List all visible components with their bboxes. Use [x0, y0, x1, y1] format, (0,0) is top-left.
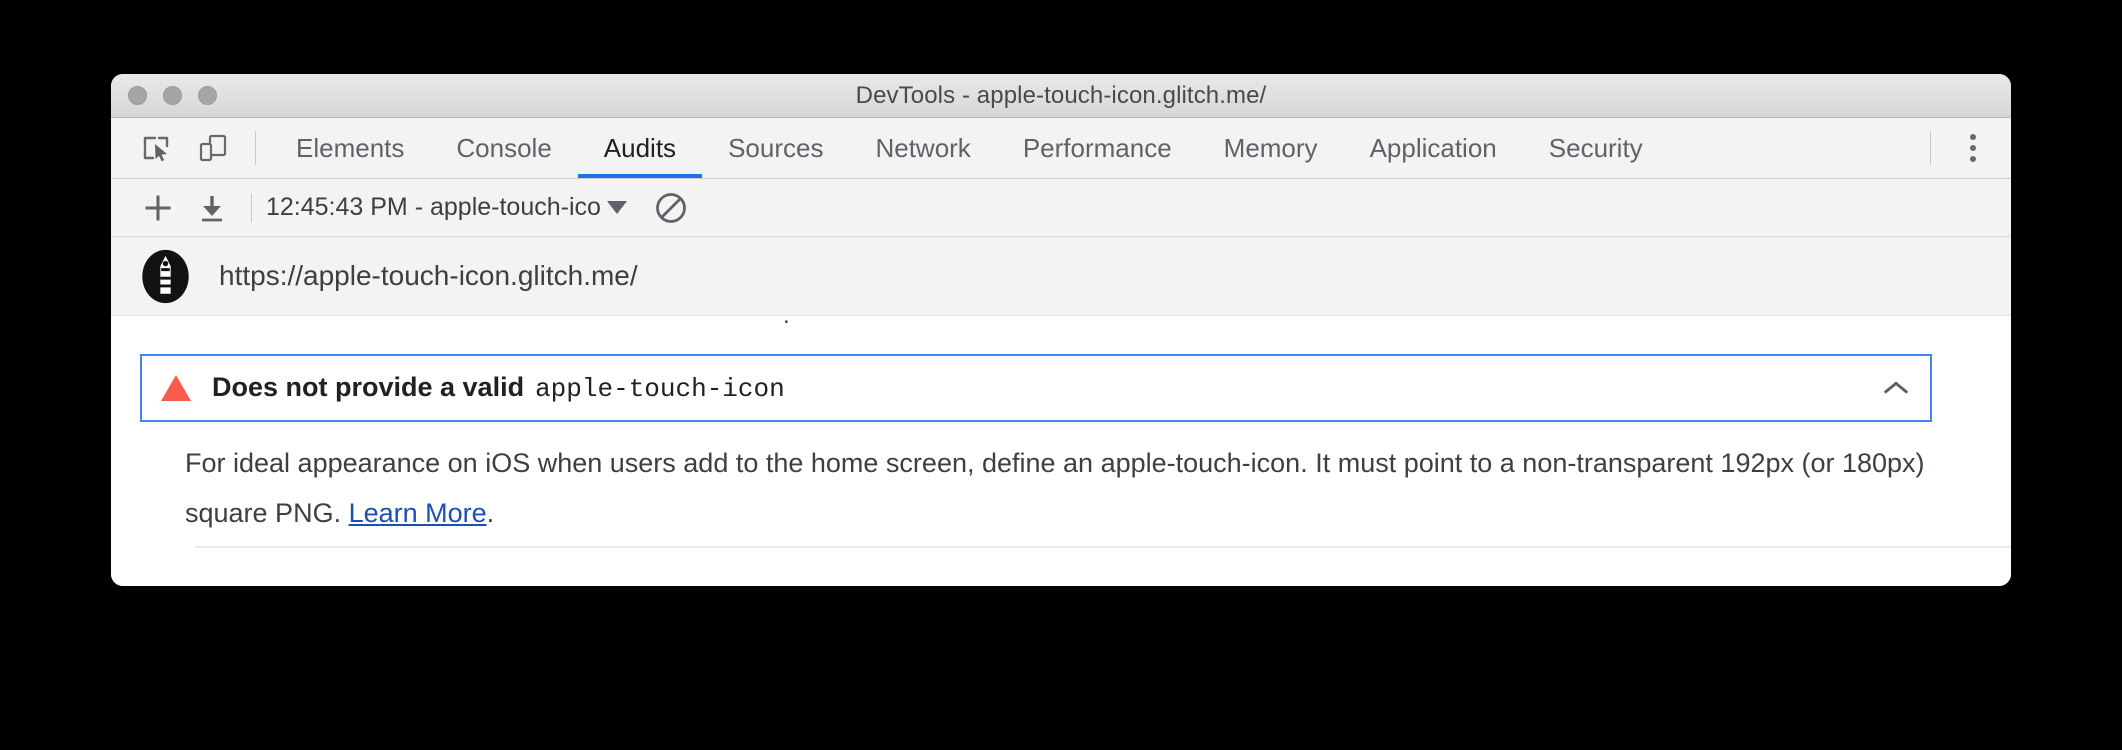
tabbar-divider-right — [1930, 131, 1931, 165]
report-url-bar: https://apple-touch-icon.glitch.me/ — [111, 237, 2011, 316]
tab-network[interactable]: Network — [849, 118, 996, 178]
audit-list-divider — [195, 546, 2011, 548]
tab-elements[interactable]: Elements — [270, 118, 430, 178]
kebab-dot — [1970, 145, 1976, 151]
report-selector-value: 12:45:43 PM - apple-touch-ico — [266, 193, 601, 221]
no-entry-icon — [656, 192, 686, 223]
tab-console[interactable]: Console — [430, 118, 577, 178]
devtools-tabbar: Elements Console Audits Sources Network … — [111, 118, 2011, 179]
tab-performance[interactable]: Performance — [997, 118, 1198, 178]
window-titlebar: DevTools - apple-touch-icon.glitch.me/ — [111, 74, 2011, 118]
clipped-scrolled-text: . — [783, 316, 790, 330]
tab-label: Application — [1369, 132, 1497, 163]
learn-more-link[interactable]: Learn More — [349, 498, 487, 528]
export-report-button[interactable] — [185, 185, 239, 231]
tab-label: Audits — [603, 132, 677, 163]
audit-description-period: . — [486, 498, 495, 528]
zoom-button[interactable] — [198, 86, 217, 105]
new-audit-button[interactable] — [131, 185, 185, 231]
more-options-button[interactable] — [1945, 118, 2001, 178]
chevron-up-icon[interactable] — [1884, 376, 1908, 400]
audits-toolbar-divider — [251, 193, 252, 222]
tab-label: Memory — [1223, 132, 1318, 163]
tab-security[interactable]: Security — [1523, 118, 1669, 178]
devtools-window: DevTools - apple-touch-icon.glitch.me/ E… — [111, 74, 2011, 586]
lighthouse-logo — [142, 249, 189, 303]
audit-title-prefix: Does not provide a valid — [212, 372, 525, 402]
kebab-dot — [1970, 134, 1976, 140]
tab-sources[interactable]: Sources — [702, 118, 849, 178]
tab-application[interactable]: Application — [1344, 118, 1523, 178]
report-url: https://apple-touch-icon.glitch.me/ — [219, 260, 638, 291]
inspect-cursor-icon — [143, 136, 169, 162]
audit-result-header[interactable]: Does not provide a valid apple-touch-ico… — [140, 354, 1932, 422]
tab-memory[interactable]: Memory — [1198, 118, 1344, 178]
download-icon — [202, 195, 222, 221]
kebab-dot — [1970, 156, 1976, 162]
panel-tabs: Elements Console Audits Sources Network … — [270, 118, 1916, 178]
audit-description: For ideal appearance on iOS when users a… — [185, 438, 1925, 538]
warning-triangle-icon — [161, 375, 191, 401]
tabbar-right-group — [1916, 118, 2011, 178]
minimize-button[interactable] — [163, 86, 182, 105]
device-toolbar-icon — [199, 134, 227, 162]
tab-label: Security — [1548, 132, 1643, 163]
tab-label: Network — [875, 132, 971, 163]
traffic-lights — [128, 86, 217, 105]
tab-label: Console — [456, 132, 552, 163]
toggle-device-toolbar-button[interactable] — [185, 118, 241, 178]
chevron-up-glyph — [1884, 381, 1908, 394]
audit-report-body: . Does not provide a valid apple-touch-i… — [111, 316, 2011, 586]
report-selector[interactable]: 12:45:43 PM - apple-touch-ico — [266, 193, 627, 222]
toolbar-divider — [255, 131, 256, 165]
tab-label: Sources — [728, 132, 824, 163]
tab-audits[interactable]: Audits — [577, 118, 703, 178]
audit-title: Does not provide a valid apple-touch-ico… — [212, 372, 785, 404]
chevron-down-icon — [606, 201, 627, 214]
plus-icon — [145, 195, 171, 220]
window-title: DevTools - apple-touch-icon.glitch.me/ — [855, 81, 1267, 109]
clear-all-button[interactable] — [653, 190, 689, 226]
audit-title-code: apple-touch-icon — [535, 374, 785, 404]
inspect-element-button[interactable] — [129, 118, 185, 178]
tab-label: Performance — [1022, 132, 1172, 163]
audits-toolbar: 12:45:43 PM - apple-touch-ico — [111, 179, 2011, 237]
tab-label: Elements — [296, 132, 405, 163]
close-button[interactable] — [128, 86, 147, 105]
